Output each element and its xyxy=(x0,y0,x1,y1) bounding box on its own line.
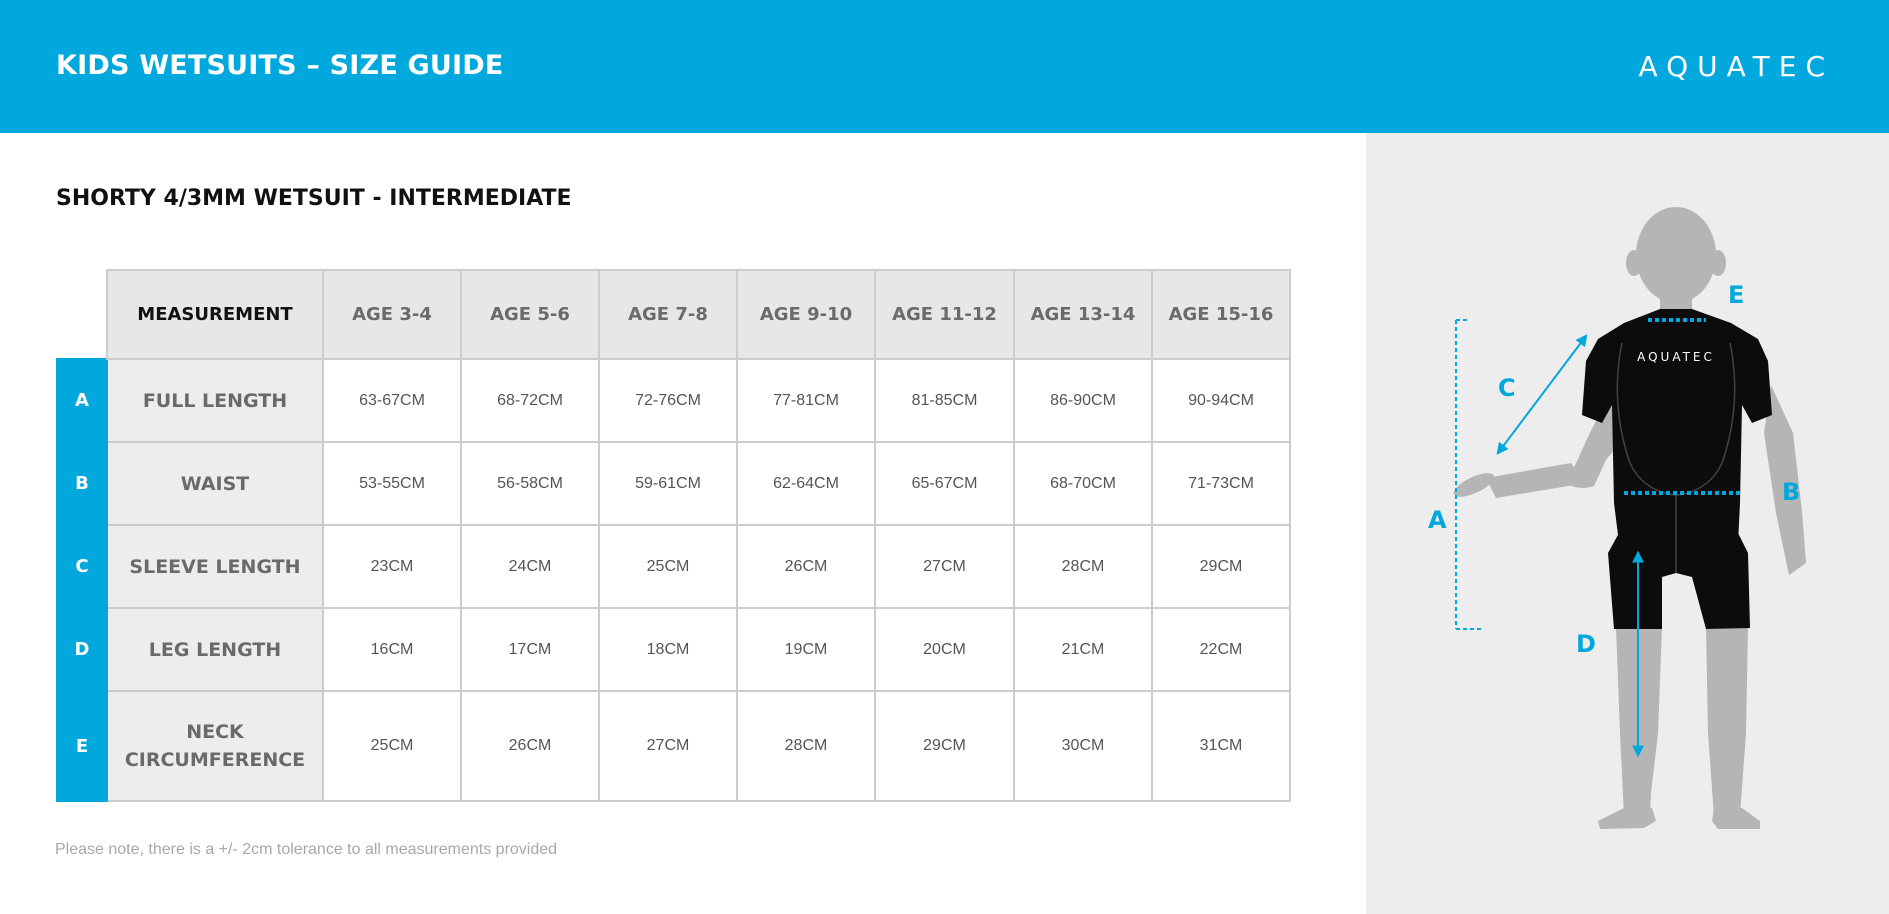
table-row: E NECK CIRCUMFERENCE 25CM 26CM 27CM 28CM… xyxy=(56,690,1291,802)
table-cell: 16CM xyxy=(322,607,462,692)
table-cell: 86-90CM xyxy=(1013,358,1153,443)
table-row: D LEG LENGTH 16CM 17CM 18CM 19CM 20CM 21… xyxy=(56,607,1291,692)
row-letter-badge: D xyxy=(56,607,108,692)
page-title: KIDS WETSUITS – SIZE GUIDE xyxy=(56,50,504,81)
column-header: MEASUREMENT xyxy=(106,269,324,360)
column-header: AGE 9-10 xyxy=(736,269,876,360)
row-letter-badge: E xyxy=(56,690,108,802)
product-title: SHORTY 4/3MM WETSUIT - INTERMEDIATE xyxy=(56,186,572,211)
table-cell: 81-85CM xyxy=(874,358,1015,443)
table-cell: 21CM xyxy=(1013,607,1153,692)
row-label: WAIST xyxy=(106,441,324,526)
table-cell: 63-67CM xyxy=(322,358,462,443)
marker-label-d: D xyxy=(1576,630,1596,658)
table-cell: 31CM xyxy=(1151,690,1291,802)
table-cell: 71-73CM xyxy=(1151,441,1291,526)
table-cell: 72-76CM xyxy=(598,358,738,443)
table-cell: 17CM xyxy=(460,607,600,692)
table-corner xyxy=(57,270,107,359)
table-cell: 19CM xyxy=(736,607,876,692)
table-cell: 29CM xyxy=(874,690,1015,802)
child-wetsuit-diagram: AQUATEC A B C D E xyxy=(1428,207,1806,829)
row-label: SLEEVE LENGTH xyxy=(106,524,324,609)
row-letter-badge: B xyxy=(56,441,108,526)
table-cell: 77-81CM xyxy=(736,358,876,443)
table-cell: 25CM xyxy=(322,690,462,802)
table-cell: 25CM xyxy=(598,524,738,609)
table-cell: 53-55CM xyxy=(322,441,462,526)
column-header: AGE 15-16 xyxy=(1151,269,1291,360)
size-table: MEASUREMENT AGE 3-4 AGE 5-6 AGE 7-8 AGE … xyxy=(56,269,1291,802)
table-row: C SLEEVE LENGTH 23CM 24CM 25CM 26CM 27CM… xyxy=(56,524,1291,609)
table-cell: 26CM xyxy=(736,524,876,609)
table-cell: 30CM xyxy=(1013,690,1153,802)
table-cell: 90-94CM xyxy=(1151,358,1291,443)
table-row: A FULL LENGTH 63-67CM 68-72CM 72-76CM 77… xyxy=(56,358,1291,443)
marker-label-c: C xyxy=(1498,374,1516,402)
table-cell: 23CM xyxy=(322,524,462,609)
tolerance-note: Please note, there is a +/- 2cm toleranc… xyxy=(55,841,558,858)
row-letter-badge: C xyxy=(56,524,108,609)
table-row: B WAIST 53-55CM 56-58CM 59-61CM 62-64CM … xyxy=(56,441,1291,526)
header-bar: KIDS WETSUITS – SIZE GUIDE AQUATEC xyxy=(0,0,1889,133)
table-cell: 28CM xyxy=(736,690,876,802)
table-header-row: MEASUREMENT AGE 3-4 AGE 5-6 AGE 7-8 AGE … xyxy=(57,269,1291,360)
marker-label-b: B xyxy=(1782,478,1800,506)
table-cell: 62-64CM xyxy=(736,441,876,526)
suit-logo-text: AQUATEC xyxy=(1637,350,1715,364)
column-header: AGE 7-8 xyxy=(598,269,738,360)
table-cell: 56-58CM xyxy=(460,441,600,526)
table-cell: 22CM xyxy=(1151,607,1291,692)
row-label: NECK CIRCUMFERENCE xyxy=(106,690,324,802)
wetsuit: AQUATEC xyxy=(1582,309,1772,629)
brand-logo: AQUATEC xyxy=(1638,50,1834,83)
table-cell: 29CM xyxy=(1151,524,1291,609)
table-cell: 18CM xyxy=(598,607,738,692)
marker-label-a: A xyxy=(1428,506,1447,534)
row-letter-badge: A xyxy=(56,358,108,443)
column-header: AGE 3-4 xyxy=(322,269,462,360)
table-cell: 20CM xyxy=(874,607,1015,692)
row-label-line: NECK xyxy=(186,721,244,743)
table-cell: 28CM xyxy=(1013,524,1153,609)
table-cell: 68-70CM xyxy=(1013,441,1153,526)
table-cell: 65-67CM xyxy=(874,441,1015,526)
table-cell: 59-61CM xyxy=(598,441,738,526)
table-cell: 68-72CM xyxy=(460,358,600,443)
column-header: AGE 13-14 xyxy=(1013,269,1153,360)
column-header: AGE 11-12 xyxy=(874,269,1015,360)
table-cell: 24CM xyxy=(460,524,600,609)
table-cell: 27CM xyxy=(598,690,738,802)
table-cell: 27CM xyxy=(874,524,1015,609)
table-cell: 26CM xyxy=(460,690,600,802)
row-label-line: CIRCUMFERENCE xyxy=(124,749,306,771)
row-label: LEG LENGTH xyxy=(106,607,324,692)
row-label: FULL LENGTH xyxy=(106,358,324,443)
column-header: AGE 5-6 xyxy=(460,269,600,360)
marker-label-e: E xyxy=(1728,281,1744,309)
